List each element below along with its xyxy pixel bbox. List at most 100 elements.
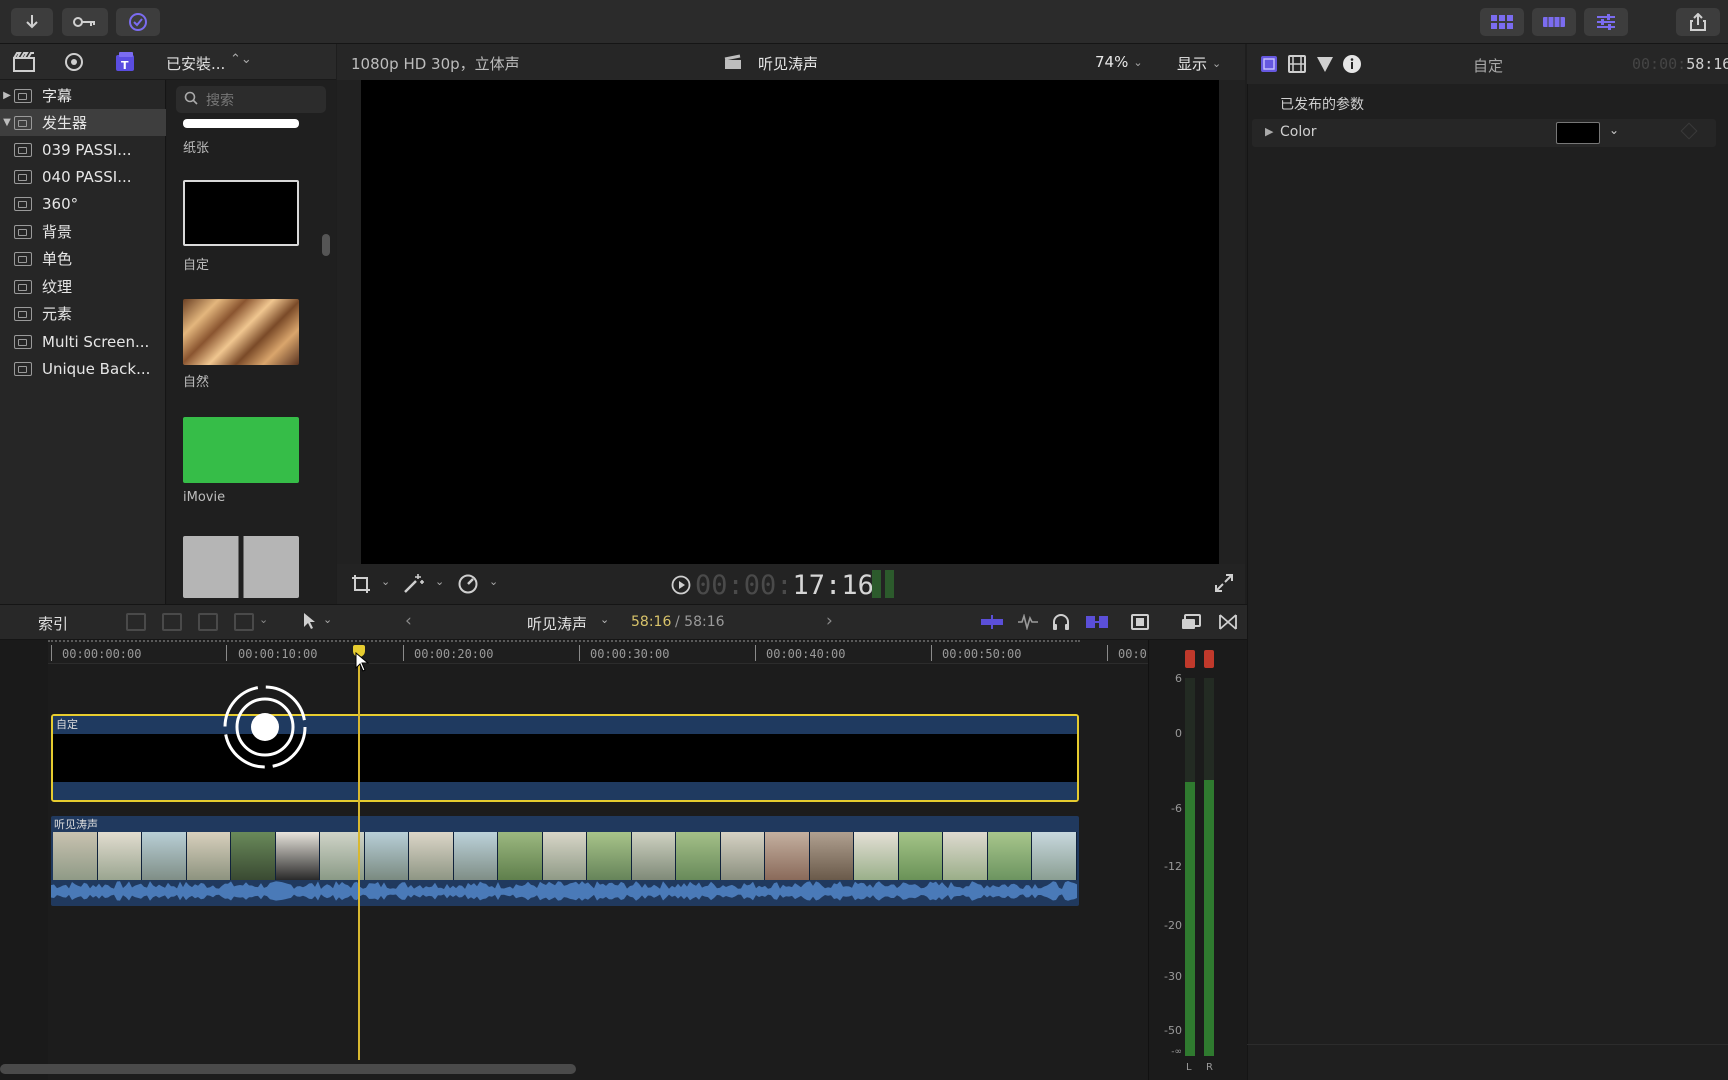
thumbnail-custom[interactable] (183, 180, 299, 246)
ruler-tick (1107, 645, 1108, 661)
library-item[interactable]: 元素 (0, 300, 166, 327)
display-dropdown[interactable]: 显示 ⌄ (1177, 53, 1221, 74)
select-tool-icon[interactable] (302, 612, 316, 634)
audio-meter-mini-left (872, 570, 881, 598)
generator-clip[interactable]: 自定 (51, 714, 1079, 802)
peak-indicator-right (1204, 650, 1214, 668)
chevron-down-icon[interactable]: ⌄ (381, 575, 390, 588)
chevron-down-icon[interactable]: ⌄ (600, 613, 609, 626)
magic-wand-icon[interactable] (403, 573, 425, 597)
chevron-down-icon[interactable]: ⌄ (1609, 123, 1619, 137)
generator-icon (14, 361, 32, 376)
thumbnail-paper[interactable] (183, 119, 299, 128)
snapping-icon[interactable] (1086, 616, 1108, 632)
background-tasks-button[interactable] (116, 8, 160, 36)
share-icon (1690, 13, 1706, 31)
viewer-timecode[interactable]: 00:00:17:16 (695, 570, 874, 601)
library-item[interactable]: 纹理 (0, 273, 166, 300)
library-item[interactable]: 单色 (0, 245, 166, 272)
library-item[interactable]: 040 PASSI... (0, 163, 166, 190)
library-item-titles[interactable]: ▶ 字幕 (0, 82, 166, 109)
search-field[interactable]: 搜索 (176, 86, 326, 113)
timeline-toggle-button[interactable] (1532, 8, 1576, 36)
search-icon (184, 91, 198, 109)
meter-scale-label: -12 (1164, 860, 1182, 873)
ruler-tick (931, 645, 932, 661)
chevron-down-icon: ⌄ (1212, 57, 1222, 70)
thumbnail-scrollbar[interactable] (322, 234, 330, 256)
ruler-label: 00:00:00:00 (62, 647, 142, 661)
back-arrow-icon[interactable]: ‹ (405, 611, 412, 631)
library-item[interactable]: 360° (0, 190, 166, 217)
info-icon[interactable] (1342, 54, 1362, 78)
color-inspector-icon[interactable] (1316, 55, 1334, 77)
headphones-icon[interactable] (1052, 613, 1070, 635)
installed-filter[interactable]: 已安裝... (166, 53, 225, 74)
ruler-tick (51, 645, 52, 661)
peak-indicator-left (1185, 650, 1195, 668)
chevron-down-icon[interactable]: ⌄ (259, 613, 268, 626)
key-icon (73, 17, 95, 27)
photos-audio-icon[interactable] (63, 51, 85, 77)
generator-icon (14, 169, 32, 184)
fullscreen-icon[interactable] (1215, 574, 1233, 596)
keyframe-diamond-icon[interactable] (1680, 122, 1698, 140)
video-inspector-icon[interactable] (1288, 55, 1306, 77)
thumbnail-label: 自定 (183, 258, 210, 273)
thumbnail-label: 纸张 (183, 141, 210, 156)
transform-icon[interactable] (351, 574, 371, 598)
transitions-browser-icon[interactable] (1219, 614, 1237, 634)
append-clip-icon[interactable] (198, 613, 218, 631)
up-down-chevron-icon[interactable]: ⌃⌄ (230, 52, 252, 67)
inspector-toggle-button[interactable] (1584, 8, 1628, 36)
browser-toggle-button[interactable] (1480, 8, 1524, 36)
zoom-dropdown[interactable]: 74% ⌄ (1095, 53, 1143, 71)
meter-scale-label: 6 (1175, 672, 1182, 685)
library-item[interactable]: Multi Screen... (0, 328, 166, 355)
timeline-project-name[interactable]: 听见涛声 (527, 613, 587, 634)
keyword-button[interactable] (62, 8, 108, 36)
viewer-canvas[interactable] (361, 80, 1219, 564)
audio-meter-mini-right (885, 570, 894, 598)
library-item-generators[interactable]: ▼ 发生器 (0, 109, 166, 136)
meter-scale-label: -∞ (1171, 1047, 1182, 1057)
thumbnail-imovie[interactable] (183, 417, 299, 483)
thumbnail-multi-screen[interactable] (183, 536, 299, 598)
color-swatch[interactable] (1556, 122, 1600, 144)
titles-generators-icon[interactable]: T (113, 50, 137, 78)
chevron-down-icon[interactable]: ⌄ (435, 575, 444, 588)
overwrite-clip-icon[interactable] (234, 613, 254, 631)
library-item[interactable]: 背景 (0, 218, 166, 245)
expand-triangle-icon[interactable]: ▶ (1265, 125, 1273, 138)
chevron-down-icon[interactable]: ⌄ (489, 575, 498, 588)
timeline-scrollbar[interactable] (0, 1064, 576, 1074)
ruler-label: 00:00:30:00 (590, 647, 670, 661)
index-button[interactable]: 索引 (38, 613, 68, 634)
connect-clip-icon[interactable] (126, 613, 146, 631)
speed-gauge-icon[interactable] (457, 573, 479, 599)
browser-header: T 已安裝... ⌃⌄ (0, 44, 336, 80)
audio-skimming-icon[interactable] (1017, 613, 1039, 634)
share-button[interactable] (1676, 8, 1720, 36)
ruler-label: 00:0 (1118, 647, 1147, 661)
clip-label: 自定 (56, 718, 78, 731)
thumbnail-nature[interactable] (183, 299, 299, 365)
title-icon (14, 88, 32, 103)
effects-browser-icon[interactable] (1181, 614, 1201, 634)
mouse-pointer-icon (355, 651, 370, 676)
generator-inspector-icon[interactable] (1260, 55, 1278, 77)
skimming-icon[interactable] (981, 615, 1003, 629)
library-item[interactable]: 039 PASSI... (0, 136, 166, 163)
timeline-gutter (0, 640, 48, 1080)
ruler-tick (226, 645, 227, 661)
import-button[interactable] (11, 8, 53, 36)
insert-clip-icon[interactable] (162, 613, 182, 631)
clip-appearance-icon[interactable] (1131, 614, 1149, 634)
playhead[interactable] (358, 645, 360, 1060)
timeline-total: / 58:16 (675, 614, 725, 630)
library-item[interactable]: Unique Back... (0, 355, 166, 382)
play-button[interactable] (671, 575, 691, 599)
forward-arrow-icon[interactable]: › (826, 611, 833, 631)
chevron-down-icon[interactable]: ⌄ (323, 613, 332, 626)
media-browser-icon[interactable] (13, 51, 35, 77)
